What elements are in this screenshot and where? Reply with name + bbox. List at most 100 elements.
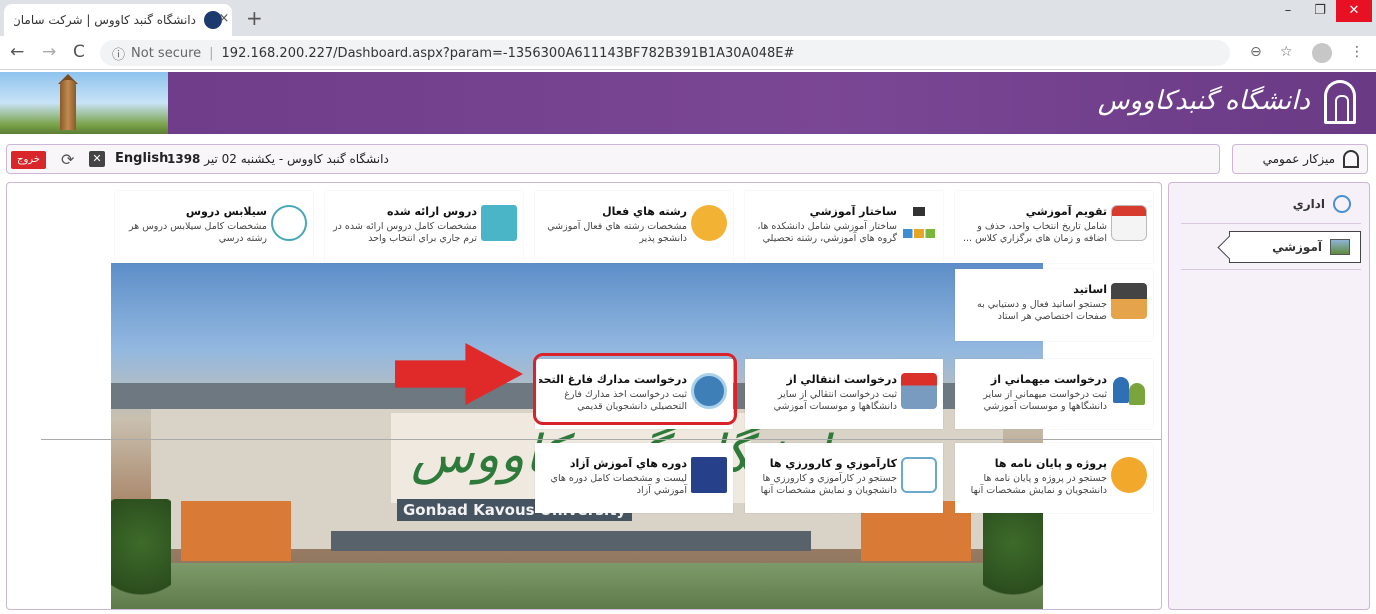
close-icon[interactable]: ✕ — [89, 151, 105, 167]
card-title: سيلابس دروس — [185, 205, 267, 218]
calendar-icon — [1111, 205, 1147, 241]
card-description: مشخصات كامل دروس ارائه شده در ترم جاري ب… — [333, 221, 477, 244]
card-title: رشته هاي فعال — [602, 205, 687, 218]
campus-photo: دانشگاه گنبد کاووس Gonbad Kavous Univers… — [111, 263, 1043, 609]
sidebar-item-label: اداري — [1292, 197, 1325, 211]
user-info-date: دانشگاه گنبد کاووس - یکشنبه 02 تیر — [200, 152, 389, 166]
url-field[interactable]: ⓘ Not secure | 192.168.200.227/Dashboard… — [100, 40, 1230, 66]
person-info-icon — [271, 205, 307, 241]
card-course-syllabus[interactable]: سيلابس دروس مشخصات كامل سيلابس دروس هر ر… — [115, 191, 313, 263]
teacher-icon — [1111, 283, 1147, 319]
sidebar-item-educational[interactable]: آموزشي — [1229, 231, 1361, 263]
back-arrow-icon[interactable]: ← — [10, 42, 24, 62]
bookmark-star-icon[interactable]: ☆ — [1280, 44, 1293, 60]
forward-arrow-icon[interactable]: → — [42, 42, 56, 62]
building-canopy — [331, 531, 811, 551]
card-title: درخواست ميهماني از — [990, 373, 1107, 386]
search-icon — [1333, 195, 1351, 213]
card-title: تقويم آموزشي — [1025, 205, 1107, 218]
card-description: جستجو در كارآموزي و كارورزي ها دانشجويان… — [760, 473, 897, 496]
tab-title: دانشگاه گنبد کاووس | شرکت سامان — [14, 13, 196, 27]
tree-left — [111, 499, 171, 609]
building-panel-left — [181, 501, 291, 561]
sidebar-divider — [1181, 223, 1361, 224]
header-tower-photo — [0, 72, 168, 134]
user-info-bar: خروج ⟳ ✕ English دانشگاه گنبد کاووس - یک… — [6, 144, 1220, 174]
card-description: مشخصات رشته هاي فعال آموزشي دانشجو پذير — [547, 221, 687, 244]
card-description: ليست و مشخصات كامل دوره هاي آموزشي آزاد — [550, 473, 687, 496]
browser-menu-icon[interactable]: ⋮ — [1350, 44, 1364, 60]
card-active-majors[interactable]: رشته هاي فعال مشخصات رشته هاي فعال آموزش… — [535, 191, 733, 263]
card-description: جستجو اساتيد فعال و دستيابي به صفحات اخت… — [977, 299, 1107, 322]
profile-avatar-icon[interactable] — [1312, 43, 1332, 63]
sidebar: اداري آموزشي — [1168, 182, 1370, 610]
card-description: ساختار آموزشي شامل دانشكده ها، گروه هاي … — [757, 221, 897, 244]
card-projects-theses[interactable]: پروژه و پايان نامه ها جستجو در پروژه و پ… — [955, 443, 1153, 513]
university-emblem-icon — [1324, 80, 1356, 124]
card-description: جستجو در پروژه و پايان نامه ها دانشجويان… — [970, 473, 1107, 496]
new-tab-button[interactable]: + — [246, 6, 263, 30]
desk-label: میزکار عمومي — [1262, 152, 1335, 166]
card-internships[interactable]: كارآموزي و كارورزي ها جستجو در كارآموزي … — [745, 443, 943, 513]
classroom-icon — [691, 457, 727, 493]
presentation-chart-icon — [901, 457, 937, 493]
sidebar-divider — [1181, 269, 1361, 270]
tab-close-icon[interactable]: × — [216, 11, 232, 26]
card-title: اساتيد — [1073, 283, 1107, 296]
address-bar: ← → C ⓘ Not secure | 192.168.200.227/Das… — [0, 36, 1376, 70]
card-title: درخواست انتقالي از — [786, 373, 898, 386]
card-description: شامل تاريخ انتخاب واحد، حذف و اضافه و زم… — [963, 221, 1107, 244]
reload-icon[interactable]: C — [73, 42, 85, 62]
url-separator: | — [209, 45, 214, 61]
sidebar-item-label: آموزشي — [1272, 240, 1322, 254]
user-info-year: 1398 — [167, 152, 201, 166]
campus-ground — [111, 563, 1043, 609]
logout-button[interactable]: خروج — [11, 151, 46, 169]
card-academic-structure[interactable]: ساختار آموزشي ساختار آموزشي شامل دانشكده… — [745, 191, 943, 263]
org-chart-icon — [901, 205, 937, 241]
card-professors[interactable]: اساتيد جستجو اساتيد فعال و دستيابي به صف… — [955, 269, 1153, 341]
site-logo-text: دانشگاه گنبدکاووس — [1097, 86, 1310, 116]
user-info-text: دانشگاه گنبد کاووس - یکشنبه 02 تیر 1398 — [167, 152, 389, 166]
card-title: دروس ارائه شده — [387, 205, 477, 218]
card-title: ساختار آموزشي — [809, 205, 897, 218]
card-offered-courses[interactable]: دروس ارائه شده مشخصات كامل دروس ارائه شد… — [325, 191, 523, 263]
tree-right — [983, 499, 1043, 609]
english-language-link[interactable]: English — [115, 151, 168, 166]
user-toolbar: خروج ⟳ ✕ English دانشگاه گنبد کاووس - یک… — [0, 140, 1376, 178]
refresh-icon[interactable]: ⟳ — [61, 150, 74, 169]
guest-students-icon — [1111, 373, 1147, 409]
info-icon[interactable]: ⓘ — [112, 44, 125, 63]
card-description: ثبت درخواست ميهماني از ساير دانشگاهها و … — [983, 389, 1107, 412]
card-transfer-request[interactable]: درخواست انتقالي از ثبت درخواست انتقالي ا… — [745, 359, 943, 429]
not-secure-label: Not secure — [131, 45, 202, 61]
browser-tab-bar: دانشگاه گنبد کاووس | شرکت سامان × + – ❐ … — [0, 0, 1376, 36]
browser-tab[interactable]: دانشگاه گنبد کاووس | شرکت سامان × — [4, 4, 232, 36]
card-title: پروژه و پايان نامه ها — [994, 457, 1107, 470]
card-title: دوره هاي آموزش آزاد — [569, 457, 687, 470]
general-desk-button[interactable]: میزکار عمومي — [1232, 144, 1368, 174]
checklist-icon — [481, 205, 517, 241]
card-free-courses[interactable]: دوره هاي آموزش آزاد ليست و مشخصات كامل د… — [535, 443, 733, 513]
transfer-icon — [901, 373, 937, 409]
card-description: مشخصات كامل سيلابس دروس هر رشته درسي — [128, 221, 267, 244]
zoom-icon[interactable]: ⊖ — [1250, 44, 1262, 60]
card-academic-calendar[interactable]: تقويم آموزشي شامل تاريخ انتخاب واحد، حذف… — [955, 191, 1153, 263]
divider-line — [41, 439, 1161, 440]
desk-emblem-icon — [1343, 150, 1359, 168]
site-header: دانشگاه گنبدکاووس — [0, 72, 1376, 134]
picture-icon — [1330, 239, 1350, 255]
card-guest-request[interactable]: درخواست ميهماني از ثبت درخواست ميهماني ا… — [955, 359, 1153, 429]
dashboard-panel: دانشگاه گنبد کاووس Gonbad Kavous Univers… — [6, 182, 1162, 610]
tower-shape — [60, 80, 76, 130]
window-close-button[interactable]: ✕ — [1336, 0, 1372, 22]
card-title: كارآموزي و كارورزي ها — [769, 457, 897, 470]
highlight-annotation-box — [533, 353, 737, 425]
url-text: 192.168.200.227/Dashboard.aspx?param=-13… — [221, 45, 795, 61]
minimize-button[interactable]: – — [1272, 0, 1304, 22]
graduate-cap-icon — [1111, 457, 1147, 493]
books-icon — [691, 205, 727, 241]
sidebar-item-administrative[interactable]: اداري — [1293, 195, 1351, 213]
maximize-button[interactable]: ❐ — [1304, 0, 1336, 22]
card-description: ثبت درخواست انتقالي از ساير دانشگاهها و … — [773, 389, 897, 412]
